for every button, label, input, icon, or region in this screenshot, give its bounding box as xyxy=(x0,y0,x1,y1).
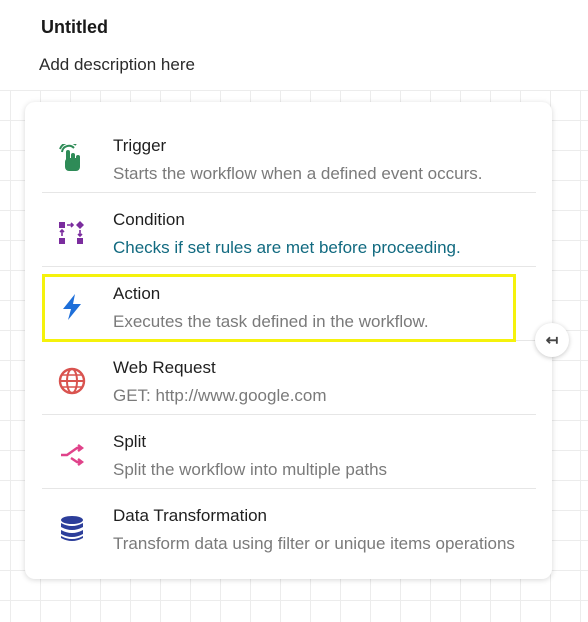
split-arrow-icon xyxy=(54,437,90,473)
workflow-title[interactable]: Untitled xyxy=(41,17,108,38)
node-option-action[interactable]: Action Executes the task defined in the … xyxy=(42,267,536,341)
node-label: Trigger xyxy=(113,136,167,155)
node-option-condition[interactable]: Condition Checks if set rules are met be… xyxy=(42,193,536,267)
node-description: Checks if set rules are met before proce… xyxy=(113,238,461,257)
node-option-split[interactable]: Split Split the workflow into multiple p… xyxy=(42,415,536,489)
globe-icon xyxy=(54,363,90,399)
node-description: Split the workflow into multiple paths xyxy=(113,460,388,479)
node-label: Condition xyxy=(113,210,185,229)
node-description: Starts the workflow when a defined event… xyxy=(113,164,483,183)
node-label: Action xyxy=(113,284,161,303)
hand-touch-icon xyxy=(54,141,90,177)
node-label: Split xyxy=(113,432,147,451)
node-label: Web Request xyxy=(113,358,216,377)
node-option-trigger[interactable]: Trigger Starts the workflow when a defin… xyxy=(42,119,536,193)
node-picker-panel: Trigger Starts the workflow when a defin… xyxy=(25,102,552,579)
node-option-data-transformation[interactable]: Data Transformation Transform data using… xyxy=(42,489,536,563)
workflow-description[interactable]: Add description here xyxy=(39,55,195,75)
lightning-icon xyxy=(54,289,90,325)
node-description: Transform data using filter or unique it… xyxy=(113,534,515,553)
node-description: GET: http://www.google.com xyxy=(113,386,327,405)
collapse-panel-button[interactable]: ↤ xyxy=(535,323,569,357)
condition-flow-icon xyxy=(54,215,90,251)
node-option-web-request[interactable]: Web Request GET: http://www.google.com xyxy=(42,341,536,415)
database-icon xyxy=(54,511,90,547)
workflow-header: Untitled Add description here xyxy=(0,0,588,90)
node-description: Executes the task defined in the workflo… xyxy=(113,312,429,331)
node-label: Data Transformation xyxy=(113,506,268,525)
collapse-arrow-icon: ↤ xyxy=(545,332,559,349)
